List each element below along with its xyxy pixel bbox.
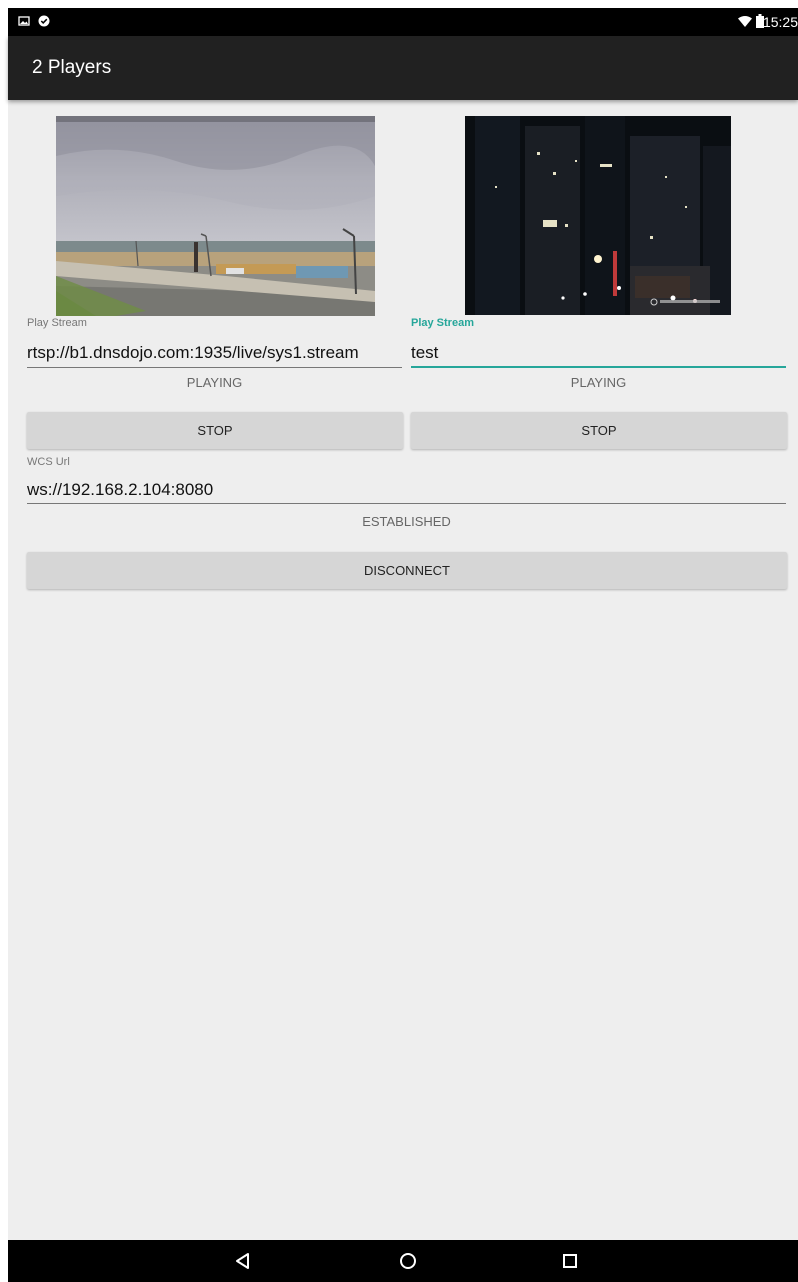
player-1-video[interactable] xyxy=(56,116,375,316)
wcs-url-input[interactable] xyxy=(27,477,786,504)
player-2-url-input[interactable] xyxy=(411,339,786,368)
wcs-status: ESTABLISHED xyxy=(362,514,451,529)
player-1-status: PLAYING xyxy=(186,375,243,390)
wifi-icon xyxy=(738,16,752,27)
wcs-url-label: WCS Url xyxy=(27,456,70,468)
image-icon xyxy=(18,16,30,26)
player-2-label: Play Stream xyxy=(411,317,474,329)
status-time: 15:25 xyxy=(762,14,798,30)
device-screen: 15:25 2 Players Play Stream rtsp://b1.dn… xyxy=(8,8,798,1282)
check-circle-icon xyxy=(38,15,50,27)
home-icon[interactable] xyxy=(397,1250,419,1272)
recents-icon[interactable] xyxy=(559,1250,581,1272)
player-2-status: PLAYING xyxy=(570,375,627,390)
app-bar: 2 Players xyxy=(8,36,798,100)
city-video-frame xyxy=(465,116,731,315)
player-1-stop-button[interactable]: STOP xyxy=(27,412,403,449)
player-2-stop-button[interactable]: STOP xyxy=(411,412,787,449)
back-icon[interactable] xyxy=(232,1250,254,1272)
player-1-label: Play Stream xyxy=(27,317,87,329)
status-bar: 15:25 xyxy=(8,8,798,36)
player-1-url-input[interactable] xyxy=(27,339,402,368)
player-2-video[interactable] xyxy=(465,116,731,315)
app-title: 2 Players xyxy=(32,57,112,78)
disconnect-button[interactable]: DISCONNECT xyxy=(27,552,787,589)
beach-video-frame xyxy=(56,116,375,316)
nav-bar xyxy=(8,1240,798,1282)
